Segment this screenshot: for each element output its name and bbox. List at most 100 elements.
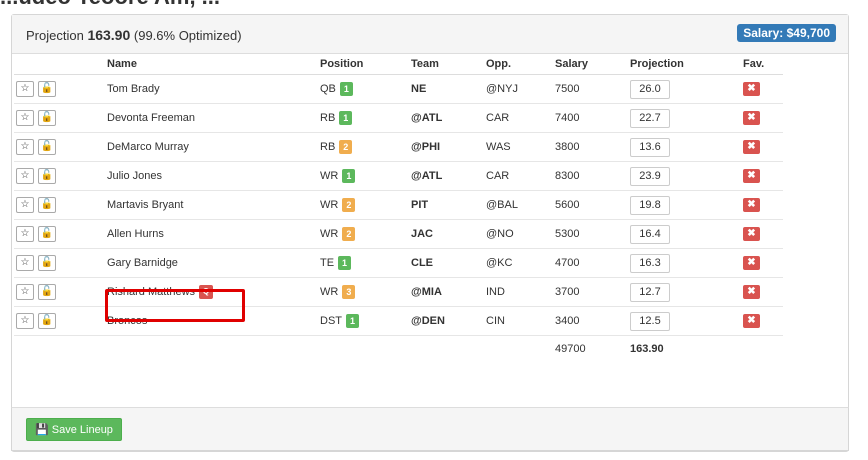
player-team: @DEN (411, 306, 486, 336)
star-icon[interactable]: ☆ (16, 81, 34, 97)
player-opponent: CAR (486, 161, 555, 191)
player-salary: 3800 (555, 132, 630, 162)
player-opponent: CAR (486, 103, 555, 133)
close-icon[interactable]: ✖ (743, 169, 760, 183)
star-icon[interactable]: ☆ (16, 110, 34, 126)
lock-icon[interactable]: 🔓 (38, 110, 56, 126)
player-salary: 3400 (555, 306, 630, 336)
lock-icon[interactable]: 🔓 (38, 168, 56, 184)
projection-input[interactable] (630, 282, 670, 302)
player-name-cell: DeMarco Murray (107, 132, 320, 162)
lineup-table: Name Position Team Opp. Salary Projectio… (14, 54, 783, 362)
player-team: @PHI (411, 132, 486, 162)
player-opponent: CIN (486, 306, 555, 336)
player-salary: 3700 (555, 277, 630, 307)
projection-cell (630, 277, 743, 307)
player-salary: 5600 (555, 190, 630, 220)
player-salary: 4700 (555, 248, 630, 278)
lock-icon[interactable]: 🔓 (38, 139, 56, 155)
star-icon[interactable]: ☆ (16, 226, 34, 242)
player-opponent: IND (486, 277, 555, 307)
projection-total: 163.90 (87, 27, 131, 43)
lock-icon[interactable]: 🔓 (38, 197, 56, 213)
depth-rank-badge: 3 (342, 285, 356, 299)
star-icon[interactable]: ☆ (16, 313, 34, 329)
fav-header: Fav. (743, 54, 783, 75)
projection-input[interactable] (630, 224, 670, 244)
star-icon[interactable]: ☆ (16, 255, 34, 271)
projection-input[interactable] (630, 311, 670, 331)
fav-cell: ✖ (743, 190, 783, 220)
table-header-row: Name Position Team Opp. Salary Projectio… (14, 54, 783, 75)
close-icon[interactable]: ✖ (743, 198, 760, 212)
lock-icon[interactable]: 🔓 (38, 313, 56, 329)
player-name-cell: Gary Barnidge (107, 248, 320, 278)
close-icon[interactable]: ✖ (743, 140, 760, 154)
fav-cell: ✖ (743, 306, 783, 336)
star-icon[interactable]: ☆ (16, 168, 34, 184)
position-cell: WR 2 (320, 219, 411, 249)
player-name-cell: Rishard Matthews Q (107, 277, 320, 307)
star-icon[interactable]: ☆ (16, 139, 34, 155)
row-actions: ☆ 🔓 (14, 219, 107, 249)
table-row: ☆🔓 DeMarco Murray RB2 @PHI WAS 3800 ✖ (14, 132, 783, 162)
row-actions: ☆ 🔓 (14, 161, 107, 191)
page-title-fragment: ...udeo Teoore Am, ... (0, 0, 220, 10)
lock-icon[interactable]: 🔓 (38, 226, 56, 242)
salary-header: Salary (555, 54, 630, 75)
name-header: Name (107, 54, 320, 75)
row-actions: ☆ 🔓 (14, 248, 107, 278)
close-icon[interactable]: ✖ (743, 256, 760, 270)
lock-icon[interactable]: 🔓 (38, 255, 56, 271)
opp-header: Opp. (486, 54, 555, 75)
projection-input[interactable] (630, 79, 670, 99)
close-icon[interactable]: ✖ (743, 82, 760, 96)
panel-footer: 💾 Save Lineup (11, 407, 849, 451)
player-position: RB (320, 140, 336, 153)
projection-input[interactable] (630, 195, 670, 215)
player-name-cell: Tom Brady (107, 74, 320, 104)
projection-cell (630, 161, 743, 191)
player-salary: 7500 (555, 74, 630, 104)
close-icon[interactable]: ✖ (743, 227, 760, 241)
fav-cell: ✖ (743, 277, 783, 307)
table-row: ☆🔓 Broncos DST 1 @DEN CIN 3400 ✖ (14, 306, 783, 336)
star-icon[interactable]: ☆ (16, 284, 34, 300)
projection-cell (630, 190, 743, 220)
totals-row: 49700 163.90 (14, 336, 783, 363)
optimized-percent: (99.6% Optimized) (133, 28, 242, 43)
lock-icon[interactable]: 🔓 (38, 284, 56, 300)
player-opponent: @NO (486, 219, 555, 249)
player-position: WR (320, 169, 339, 182)
close-icon[interactable]: ✖ (743, 285, 760, 299)
fav-cell: ✖ (743, 219, 783, 249)
close-icon[interactable]: ✖ (743, 111, 760, 125)
table-row: ☆🔓 Martavis Bryant WR2 PIT @BAL 5600 ✖ (14, 190, 783, 220)
projection-cell (630, 74, 743, 104)
lock-icon[interactable]: 🔓 (38, 81, 56, 97)
projection-input[interactable] (630, 253, 670, 273)
panel-header: Projection 163.90 (99.6% Optimized) Sala… (12, 15, 848, 54)
close-icon[interactable]: ✖ (743, 314, 760, 328)
save-lineup-label: Save Lineup (51, 424, 113, 436)
player-team: NE (411, 74, 486, 104)
player-name-cell: Broncos (107, 306, 320, 336)
player-team: JAC (411, 219, 486, 249)
save-lineup-button[interactable]: 💾 Save Lineup (26, 418, 122, 441)
total-salary: 49700 (555, 343, 586, 355)
depth-rank-badge: 1 (346, 314, 359, 328)
projection-input[interactable] (630, 137, 670, 157)
depth-rank-badge: 2 (342, 198, 356, 212)
star-icon[interactable]: ☆ (16, 197, 34, 213)
player-team: @ATL (411, 161, 486, 191)
position-header: Position (320, 54, 411, 75)
depth-rank-badge: 1 (339, 82, 353, 96)
table-row: ☆🔓 Allen Hurns WR2 JAC @NO 5300 ✖ (14, 219, 783, 249)
row-actions: ☆ 🔓 (14, 277, 107, 307)
table-row: ☆🔓 Julio Jones WR1 @ATL CAR 8300 ✖ (14, 161, 783, 191)
projection-header: Projection (630, 54, 743, 75)
projection-input[interactable] (630, 108, 670, 128)
player-name: Devonta Freeman (107, 112, 196, 124)
projection-input[interactable] (630, 166, 670, 186)
player-salary: 7400 (555, 103, 630, 133)
